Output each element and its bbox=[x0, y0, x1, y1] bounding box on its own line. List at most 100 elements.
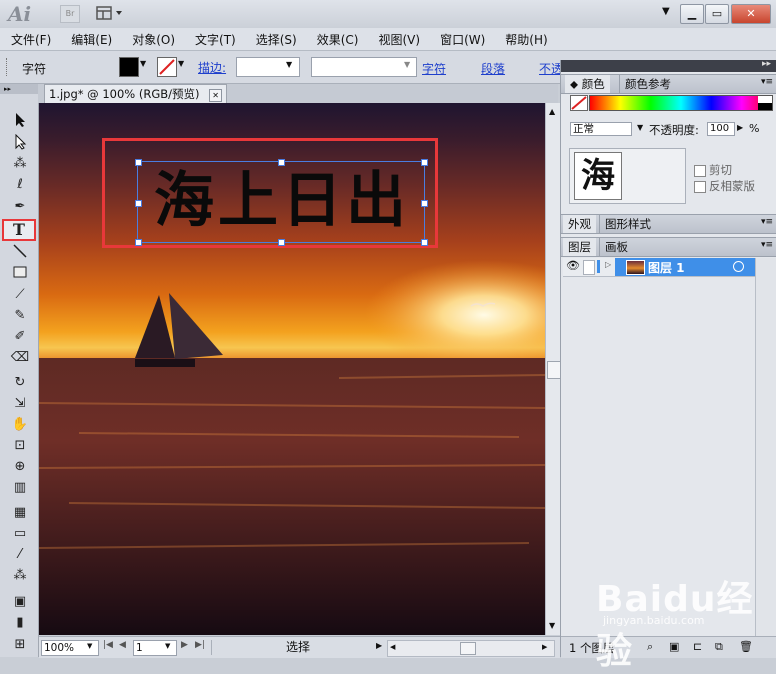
appearance-panel-menu-icon[interactable]: ▾≡ bbox=[761, 217, 773, 227]
prev-artboard-button[interactable]: ◀ bbox=[119, 640, 126, 650]
first-artboard-button[interactable]: |◀ bbox=[103, 640, 113, 650]
dock-header[interactable]: ▸▸ bbox=[561, 59, 776, 72]
restore-button[interactable]: ▭ bbox=[705, 4, 729, 24]
eraser-tool[interactable]: ⌫ bbox=[8, 348, 32, 368]
toolbox-collapse[interactable]: ▸▸ bbox=[0, 84, 42, 94]
layer-name[interactable]: 图层 1 bbox=[648, 259, 685, 276]
opacity-field[interactable]: 100 bbox=[707, 122, 735, 136]
paragraph-link[interactable]: 段落 bbox=[481, 60, 505, 77]
menu-edit[interactable]: 编辑(E) bbox=[60, 31, 121, 48]
blend-tool[interactable]: ⁂ bbox=[8, 566, 32, 586]
free-transform-tool[interactable]: ⊡ bbox=[8, 436, 32, 456]
shape-builder-tool[interactable]: ⊕ bbox=[8, 457, 32, 477]
gradient-tool[interactable]: ▭ bbox=[8, 524, 32, 544]
stroke-link[interactable]: 描边: bbox=[198, 59, 226, 76]
scroll-left-arrow[interactable]: ◀ bbox=[390, 643, 395, 651]
type-tool[interactable]: T bbox=[2, 219, 36, 241]
bridge-button[interactable]: Br bbox=[60, 5, 80, 23]
menu-select[interactable]: 选择(S) bbox=[245, 31, 306, 48]
scroll-thumb[interactable] bbox=[547, 361, 561, 379]
line-segment-tool[interactable] bbox=[8, 243, 32, 263]
character-link[interactable]: 字符 bbox=[422, 60, 446, 77]
handle-left[interactable] bbox=[135, 200, 142, 207]
tab-artboards[interactable]: 画板 bbox=[599, 238, 633, 256]
handle-top-left[interactable] bbox=[135, 159, 142, 166]
menu-help[interactable]: 帮助(H) bbox=[494, 31, 556, 48]
expand-arrow-icon[interactable]: ▷ bbox=[605, 260, 611, 269]
last-artboard-button[interactable]: ▶| bbox=[195, 640, 205, 650]
graph-tool[interactable]: ▥ bbox=[8, 478, 32, 498]
horizontal-scrollbar[interactable]: ◀ ▶ bbox=[387, 640, 555, 657]
object-thumbnail[interactable]: 海 bbox=[574, 152, 622, 200]
blend-mode-dropdown[interactable]: 正常 bbox=[570, 122, 632, 136]
mesh-tool[interactable]: ▦ bbox=[8, 503, 32, 523]
handle-top[interactable] bbox=[278, 159, 285, 166]
blob-brush-tool[interactable]: ✐ bbox=[8, 327, 32, 347]
workspace-dropdown[interactable]: ▼ bbox=[662, 6, 670, 17]
none-color-swatch[interactable] bbox=[570, 95, 588, 111]
paintbrush-tool[interactable]: ⟋ bbox=[8, 285, 32, 305]
status-menu-arrow[interactable]: ▶ bbox=[376, 641, 382, 650]
lasso-tool[interactable]: ℓ bbox=[8, 175, 32, 195]
document-tab[interactable]: 1.jpg* @ 100% (RGB/预览) ✕ bbox=[44, 84, 228, 104]
rotate-tool[interactable]: ↻ bbox=[8, 373, 32, 393]
symbol-sprayer-tool[interactable]: ▣ bbox=[8, 592, 32, 612]
scale-tool[interactable]: ⇲ bbox=[8, 394, 32, 414]
direct-selection-tool[interactable] bbox=[8, 133, 32, 154]
selection-tool[interactable] bbox=[8, 112, 32, 132]
menu-file[interactable]: 文件(F) bbox=[0, 31, 60, 48]
color-panel-menu-icon[interactable]: ▾≡ bbox=[761, 77, 773, 87]
visibility-eye-icon[interactable]: 👁 bbox=[566, 259, 580, 272]
fill-swatch[interactable] bbox=[119, 57, 139, 77]
stroke-swatch[interactable] bbox=[157, 57, 177, 77]
layers-panel-menu-icon[interactable]: ▾≡ bbox=[761, 240, 773, 250]
artboard-tool[interactable]: ⊞ bbox=[8, 635, 32, 655]
document-tab-close[interactable]: ✕ bbox=[209, 89, 223, 102]
variable-width-dropdown[interactable] bbox=[311, 57, 417, 77]
pencil-tool[interactable]: ✎ bbox=[8, 306, 32, 326]
close-button[interactable]: ✕ bbox=[731, 4, 771, 24]
fill-dropdown-arrow[interactable]: ▼ bbox=[140, 59, 146, 68]
warp-tool[interactable]: ✋ bbox=[8, 415, 32, 435]
scroll-right-arrow[interactable]: ▶ bbox=[542, 643, 547, 651]
handle-bottom[interactable] bbox=[278, 239, 285, 246]
menu-view[interactable]: 视图(V) bbox=[367, 31, 429, 48]
dock-collapse-icon[interactable]: ▸▸ bbox=[762, 59, 771, 69]
grip-handle[interactable] bbox=[6, 58, 10, 76]
lock-toggle[interactable] bbox=[583, 260, 595, 275]
invert-mask-checkbox-box[interactable] bbox=[694, 180, 706, 193]
magic-wand-tool[interactable]: ⁂ bbox=[8, 154, 32, 174]
tab-appearance[interactable]: 外观 bbox=[563, 215, 596, 233]
scroll-up-arrow[interactable]: ▲ bbox=[549, 107, 555, 116]
column-graph-tool[interactable]: ▮ bbox=[8, 613, 32, 633]
stroke-weight-arrow[interactable]: ▼ bbox=[286, 60, 292, 69]
next-artboard-button[interactable]: ▶ bbox=[181, 640, 188, 650]
handle-bottom-left[interactable] bbox=[135, 239, 142, 246]
invert-mask-checkbox[interactable]: 反相蒙版 bbox=[694, 178, 755, 194]
text-object[interactable]: 海上日出 bbox=[135, 159, 428, 246]
clip-checkbox-box[interactable] bbox=[694, 164, 706, 177]
stroke-dropdown-arrow[interactable]: ▼ bbox=[178, 59, 184, 68]
rectangle-tool[interactable] bbox=[8, 264, 32, 284]
menu-object[interactable]: 对象(O) bbox=[121, 31, 184, 48]
tab-layers[interactable]: 图层 bbox=[563, 238, 596, 256]
zoom-dropdown-arrow[interactable]: ▼ bbox=[87, 642, 92, 650]
pen-tool[interactable]: ✒ bbox=[8, 197, 32, 217]
layer-selected-bar[interactable]: 图层 1 bbox=[615, 258, 757, 276]
h-scroll-thumb[interactable] bbox=[460, 642, 476, 655]
menu-type[interactable]: 文字(T) bbox=[184, 31, 245, 48]
tab-color[interactable]: ⬥ 颜色 bbox=[565, 75, 610, 93]
layer-row[interactable]: 👁 ▷ 图层 1 bbox=[563, 258, 757, 277]
color-spectrum[interactable] bbox=[589, 95, 773, 111]
menu-window[interactable]: 窗口(W) bbox=[429, 31, 494, 48]
opacity-slider-arrow[interactable]: ▶ bbox=[737, 123, 743, 132]
variable-width-arrow[interactable]: ▼ bbox=[404, 60, 410, 69]
scroll-down-arrow[interactable]: ▼ bbox=[549, 621, 555, 630]
blend-mode-arrow[interactable]: ▼ bbox=[637, 123, 643, 132]
menu-effect[interactable]: 效果(C) bbox=[306, 31, 368, 48]
minimize-button[interactable]: ▁ bbox=[680, 4, 704, 24]
handle-right[interactable] bbox=[421, 200, 428, 207]
vertical-scrollbar[interactable]: ▲ ▼ bbox=[545, 103, 561, 635]
artboard-dropdown-arrow[interactable]: ▼ bbox=[165, 642, 170, 650]
black-white-swatch[interactable] bbox=[758, 96, 772, 110]
